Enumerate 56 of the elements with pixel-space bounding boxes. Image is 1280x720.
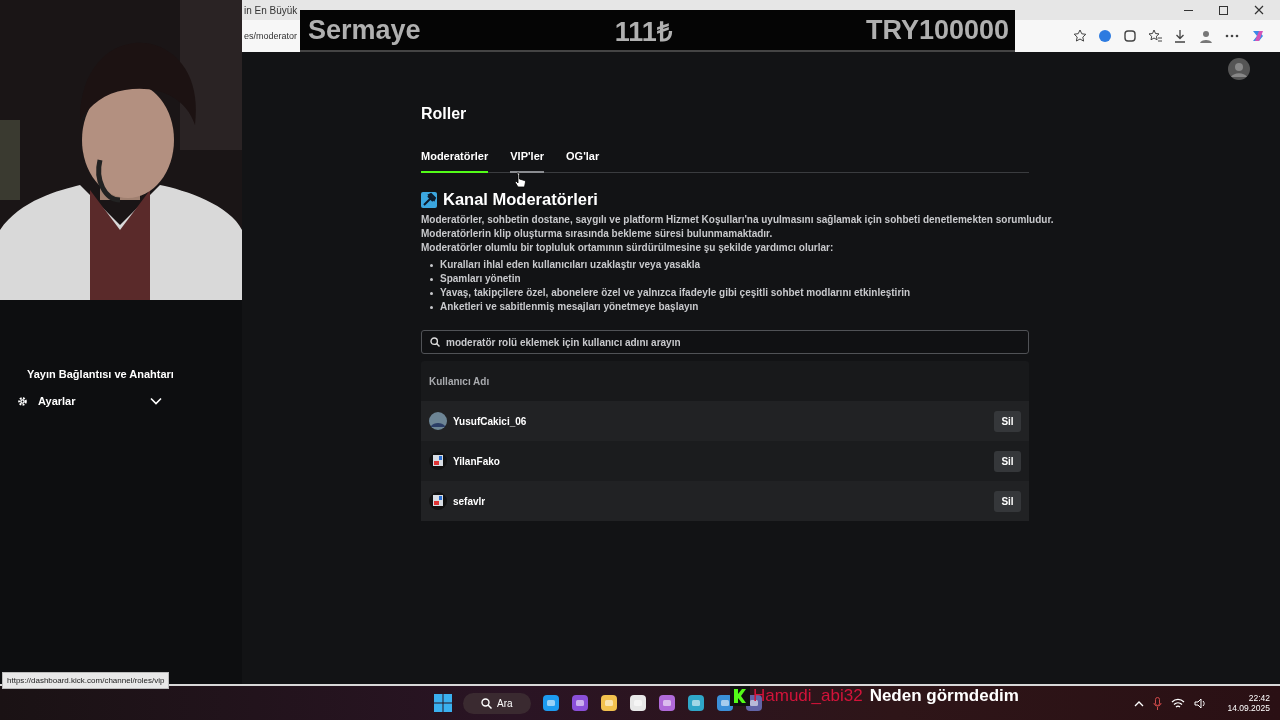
avatar-icon[interactable] bbox=[1228, 58, 1250, 80]
remove-button[interactable]: Sil bbox=[994, 410, 1021, 432]
chevron-icon bbox=[150, 397, 162, 405]
remove-button[interactable]: Sil bbox=[994, 450, 1021, 472]
copilot-icon[interactable] bbox=[1250, 28, 1266, 44]
bullet-item: Spamları yönetin bbox=[430, 272, 1029, 286]
search-field[interactable]: moderatör rolü eklemek için kullanıcı adını arayın bbox=[421, 330, 1029, 354]
section-title: Kanal Moderatörleri bbox=[443, 190, 598, 209]
sidebar-item[interactable]: Yayın Bağlantısı ve Anahtarı bbox=[0, 364, 174, 384]
username: YusufCakici_06 bbox=[453, 415, 528, 427]
search-icon bbox=[430, 337, 440, 347]
username: sefavlr bbox=[453, 495, 487, 507]
tab[interactable]: OG'lar bbox=[566, 146, 600, 173]
chat-message: Neden görmdedim bbox=[869, 686, 1019, 706]
cursor-icon bbox=[514, 172, 526, 188]
minimize-icon[interactable] bbox=[1184, 9, 1193, 11]
settings-icon bbox=[17, 395, 28, 407]
tab[interactable]: Moderatörler bbox=[421, 146, 489, 173]
clock-time: 22:42 bbox=[1248, 693, 1270, 703]
favorites-icon[interactable] bbox=[1148, 29, 1162, 43]
status-url: https://dashboard.kick.com/channel/roles/vip bbox=[2, 672, 170, 689]
avatar-icon bbox=[429, 412, 447, 430]
avatar-icon bbox=[429, 492, 447, 510]
chevron-icon[interactable] bbox=[1134, 699, 1145, 707]
hammer-icon bbox=[421, 191, 437, 208]
wifi-icon[interactable] bbox=[1171, 697, 1186, 709]
bullet-item: Anketleri ve sabitlenmiş mesajları yönetmeye başlayın bbox=[430, 300, 1029, 314]
more-icon[interactable] bbox=[1225, 34, 1239, 38]
chat-username: Hamudi_abi32 bbox=[753, 686, 863, 706]
bullet-item: Kuralları ihlal eden kullanıcıları uzaklaştır veya yasakla bbox=[430, 258, 1029, 272]
description-text: Moderatörler olumlu bir topluluk ortamının sürdürülmesine şu şekilde yardımcı olurlar: bbox=[421, 241, 834, 255]
ticker-label: Sermaye bbox=[308, 14, 421, 46]
description-text: Moderatörler, sohbetin dostane, saygılı ve platform Hizmet Koşulları'na uyulmasını sağlamak için sohbeti denetlemekten sorumludur. bbox=[421, 213, 1054, 227]
sidebar-item[interactable]: Ayarlar bbox=[0, 391, 242, 411]
taskbar-search[interactable]: Ara bbox=[463, 692, 531, 714]
download-icon[interactable] bbox=[1173, 29, 1187, 43]
username: YilanFako bbox=[453, 455, 501, 467]
star-icon[interactable] bbox=[1073, 29, 1087, 43]
browser-tab[interactable]: in En Büyük bbox=[242, 4, 300, 16]
clock-date: 14.09.2025 bbox=[1227, 703, 1270, 713]
profile-icon[interactable] bbox=[1198, 28, 1214, 44]
bullet-item: Yavaş, takipçilere özel, abonelere özel ve yalnızca ifadeyle gibi çeşitli sohbet modlarını etkinleştirin bbox=[430, 286, 1029, 300]
column-header: Kullanıcı Adı bbox=[429, 375, 490, 387]
search-icon bbox=[481, 697, 492, 709]
remove-button[interactable]: Sil bbox=[994, 490, 1021, 512]
ticker-amount: 111₺ bbox=[614, 15, 672, 49]
microphone-icon[interactable] bbox=[1153, 696, 1163, 710]
windows-icon[interactable] bbox=[434, 694, 452, 712]
description-text: Moderatörlerin klip oluşturma sırasında bekleme süresi bulunmamaktadır. bbox=[421, 227, 773, 241]
avatar-icon bbox=[429, 452, 447, 470]
close-icon[interactable] bbox=[1254, 5, 1264, 15]
k-logo-icon bbox=[730, 686, 750, 706]
maximize-icon[interactable] bbox=[1219, 5, 1228, 15]
ticker-target: TRY100000 bbox=[865, 14, 1009, 46]
page-title: Roller bbox=[421, 105, 468, 123]
address-bar[interactable]: es/moderator bbox=[242, 29, 300, 43]
